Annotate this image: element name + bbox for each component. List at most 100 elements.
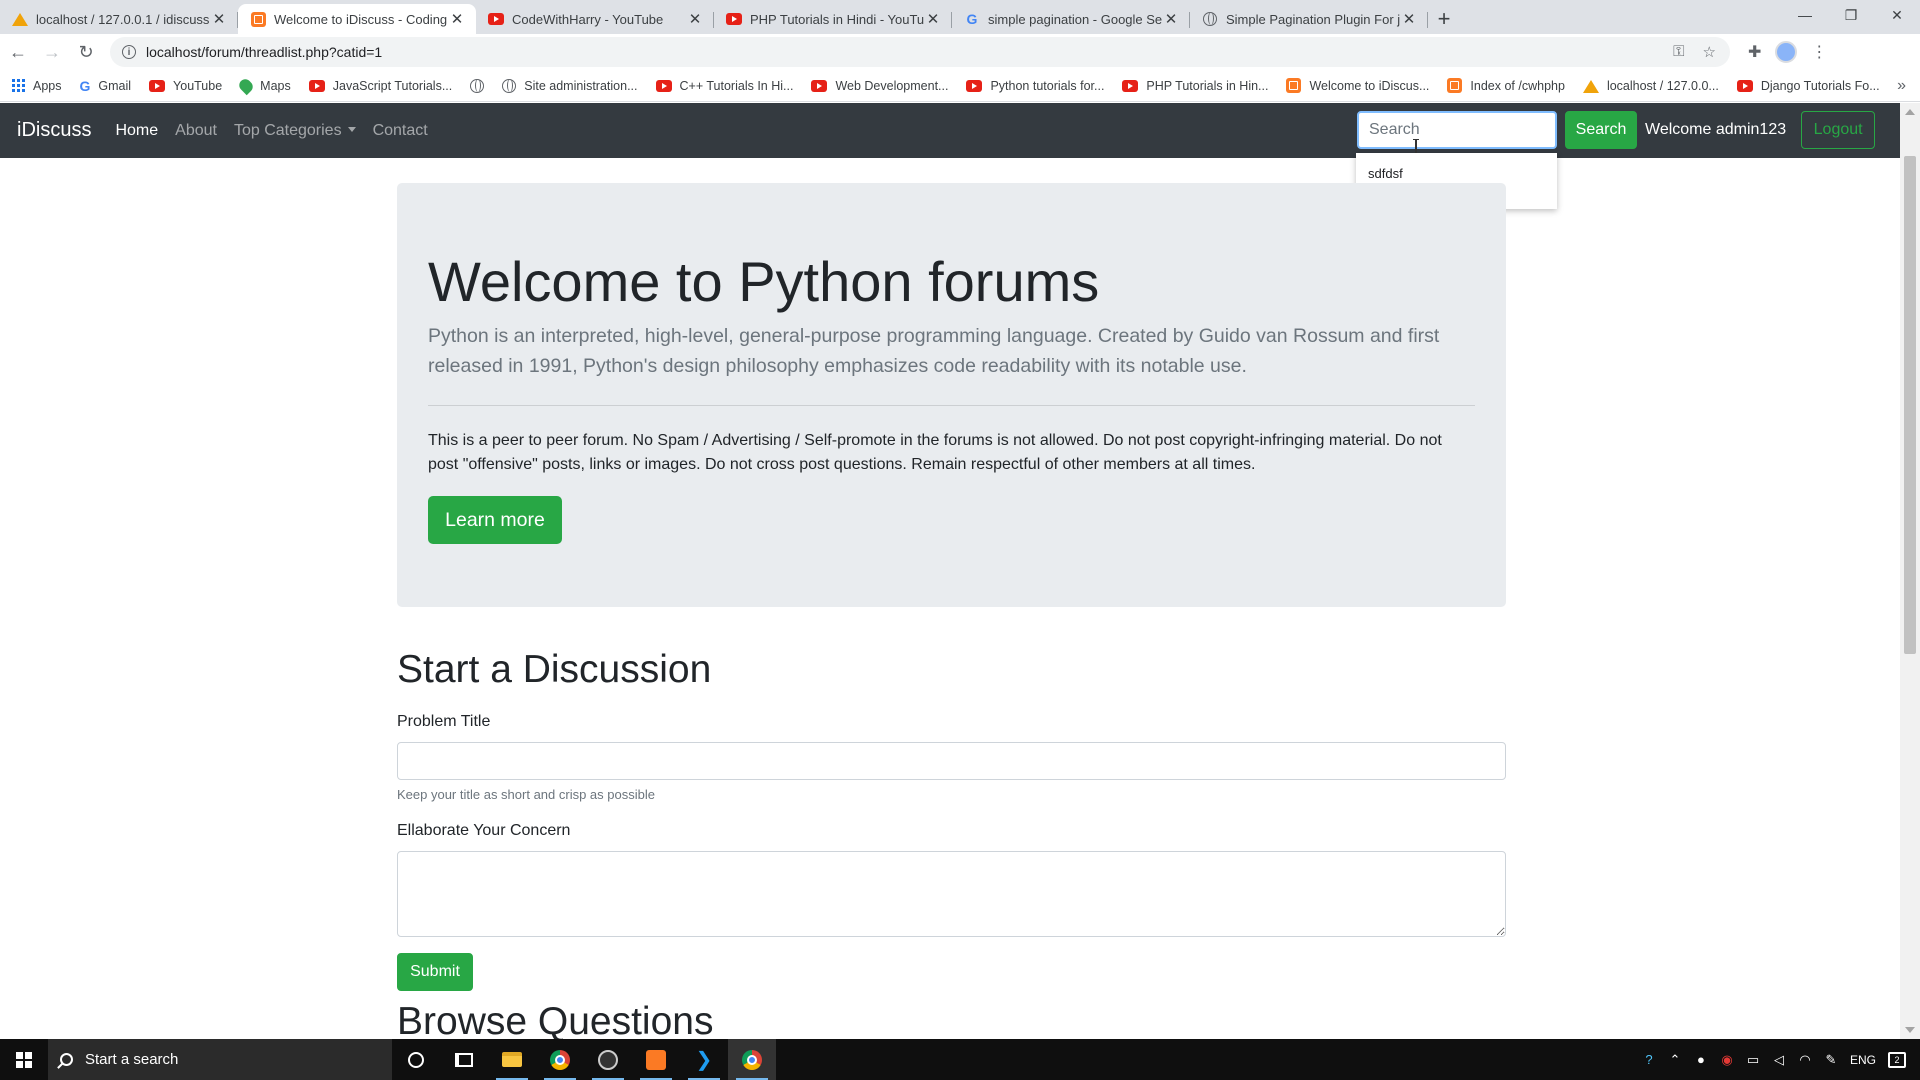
battery-icon[interactable]: ▭ (1746, 1052, 1760, 1067)
start-button[interactable] (0, 1039, 48, 1080)
bookmark-javascript[interactable]: JavaScript Tutorials... (308, 79, 452, 93)
close-window-icon[interactable]: ✕ (1874, 0, 1920, 30)
browser-tab[interactable]: PHP Tutorials in Hindi - YouTube ✕ (714, 4, 952, 34)
reload-icon[interactable]: ↻ (70, 36, 102, 68)
logout-button[interactable]: Logout (1801, 111, 1876, 149)
close-tab-icon[interactable]: ✕ (210, 10, 228, 28)
address-bar[interactable]: i localhost/forum/threadlist.php?catid=1… (110, 37, 1730, 67)
bookmark-youtube[interactable]: YouTube (149, 79, 222, 93)
bookmark-django[interactable]: Django Tutorials Fo... (1736, 79, 1880, 93)
microphone-icon[interactable]: ● (1694, 1052, 1708, 1067)
vscode-button[interactable]: ❯ (680, 1039, 728, 1080)
category-title: Welcome to Python forums (428, 250, 1100, 313)
menu-icon[interactable]: ⋮ (1811, 42, 1827, 62)
record-icon[interactable]: ◉ (1720, 1052, 1734, 1067)
bookmark-star-icon[interactable]: ☆ (1703, 43, 1716, 61)
brand-logo[interactable]: iDiscuss (17, 119, 91, 142)
welcome-text: Welcome admin123 (1645, 121, 1787, 138)
browse-questions-heading: Browse Questions (397, 1000, 714, 1043)
taskbar-search[interactable]: Start a search (48, 1039, 392, 1080)
file-explorer-button[interactable] (488, 1039, 536, 1080)
scrollbar-thumb[interactable] (1904, 156, 1916, 654)
profile-avatar[interactable] (1775, 41, 1798, 63)
more-bookmarks-icon[interactable]: » (1897, 77, 1906, 95)
bookmark-php[interactable]: PHP Tutorials in Hin... (1122, 79, 1268, 93)
notification-icon[interactable]: 2 (1888, 1051, 1906, 1068)
xampp-icon (646, 1049, 666, 1070)
google-icon: G (966, 11, 978, 27)
minimize-icon[interactable]: — (1782, 0, 1828, 30)
bookmark-gmail[interactable]: G Gmail (80, 78, 132, 94)
browser-tab[interactable]: localhost / 127.0.0.1 / idiscuss / t ✕ (0, 4, 238, 34)
help-icon[interactable]: ? (1642, 1052, 1656, 1067)
youtube-icon (308, 79, 325, 92)
new-tab-button[interactable]: + (1428, 4, 1460, 34)
close-tab-icon[interactable]: ✕ (1400, 10, 1418, 28)
close-tab-icon[interactable]: ✕ (448, 10, 466, 28)
problem-title-input[interactable] (397, 742, 1506, 780)
nav-about[interactable]: About (175, 122, 217, 140)
chrome-button[interactable] (536, 1039, 584, 1080)
maps-icon (236, 76, 256, 95)
bookmark-globe[interactable] (470, 78, 485, 93)
search-input[interactable] (1357, 111, 1557, 149)
scroll-up-icon[interactable] (1905, 109, 1915, 115)
xampp-button[interactable] (632, 1039, 680, 1080)
nav-top-categories[interactable]: Top Categories (234, 122, 356, 140)
back-icon[interactable]: ← (2, 36, 34, 68)
bookmark-site-admin[interactable]: Site administration... (502, 78, 638, 93)
search-button[interactable]: Search (1565, 111, 1637, 149)
submit-button[interactable]: Submit (397, 953, 473, 991)
youtube-icon (655, 79, 672, 92)
bookmark-webdev[interactable]: Web Development... (811, 79, 948, 93)
browser-tab-active[interactable]: Welcome to iDiscuss - Coding Fo ✕ (238, 4, 476, 34)
forward-icon[interactable]: → (36, 36, 68, 68)
obs-button[interactable] (584, 1039, 632, 1080)
extensions-icon[interactable]: ✚ (1748, 42, 1761, 62)
restore-icon[interactable]: ❐ (1828, 0, 1874, 30)
bookmark-idiscuss[interactable]: Welcome to iDiscus... (1286, 78, 1429, 93)
vscode-icon: ❯ (695, 1048, 713, 1071)
site-info-icon[interactable]: i (122, 45, 136, 59)
language-indicator[interactable]: ENG (1850, 1053, 1876, 1067)
category-jumbotron: Welcome to Python forums Python is an in… (397, 183, 1506, 607)
browser-tab[interactable]: CodeWithHarry - YouTube ✕ (476, 4, 714, 34)
scroll-down-icon[interactable] (1905, 1027, 1915, 1033)
close-tab-icon[interactable]: ✕ (1162, 10, 1180, 28)
cortana-button[interactable] (392, 1039, 440, 1080)
bookmark-apps[interactable]: Apps (12, 79, 62, 93)
youtube-icon (488, 11, 504, 27)
chrome-active-button[interactable] (728, 1039, 776, 1080)
bookmark-python[interactable]: Python tutorials for... (966, 79, 1104, 93)
tab-title: Simple Pagination Plugin For jQu (1226, 11, 1400, 27)
problem-title-help: Keep your title as short and crisp as po… (397, 787, 655, 802)
bookmark-maps[interactable]: Maps (236, 76, 291, 95)
close-tab-icon[interactable]: ✕ (686, 10, 704, 28)
learn-more-button[interactable]: Learn more (428, 496, 562, 545)
chrome-icon (550, 1049, 570, 1070)
xampp-icon (1286, 78, 1302, 93)
xampp-icon (250, 11, 266, 27)
nav-home[interactable]: Home (115, 122, 158, 140)
close-tab-icon[interactable]: ✕ (924, 10, 942, 28)
volume-icon[interactable]: ◁ (1772, 1052, 1786, 1067)
bookmark-label: Web Development... (835, 78, 949, 93)
address-url[interactable]: localhost/forum/threadlist.php?catid=1 (146, 44, 1673, 60)
nav-contact[interactable]: Contact (373, 122, 428, 140)
browser-tab[interactable]: G simple pagination - Google Searc ✕ (952, 4, 1190, 34)
pen-icon[interactable]: ✎ (1824, 1052, 1838, 1067)
page-scrollbar[interactable] (1900, 103, 1920, 1039)
task-view-button[interactable] (440, 1039, 488, 1080)
key-icon[interactable]: ⚿ (1673, 43, 1684, 61)
wifi-icon[interactable]: ◠ (1798, 1052, 1812, 1067)
browser-tab[interactable]: Simple Pagination Plugin For jQu ✕ (1190, 4, 1428, 34)
concern-textarea[interactable] (397, 851, 1506, 937)
youtube-icon (726, 11, 742, 27)
youtube-icon (1736, 79, 1753, 92)
category-description: Python is an interpreted, high-level, ge… (428, 325, 1440, 378)
bookmark-cpp[interactable]: C++ Tutorials In Hi... (655, 79, 793, 93)
bookmark-localhost[interactable]: localhost / 127.0.0... (1582, 79, 1719, 93)
bookmark-cwhphp[interactable]: Index of /cwhphp (1447, 78, 1565, 93)
tab-title: CodeWithHarry - YouTube (512, 11, 664, 27)
chevron-up-icon[interactable]: ⌃ (1668, 1052, 1682, 1067)
